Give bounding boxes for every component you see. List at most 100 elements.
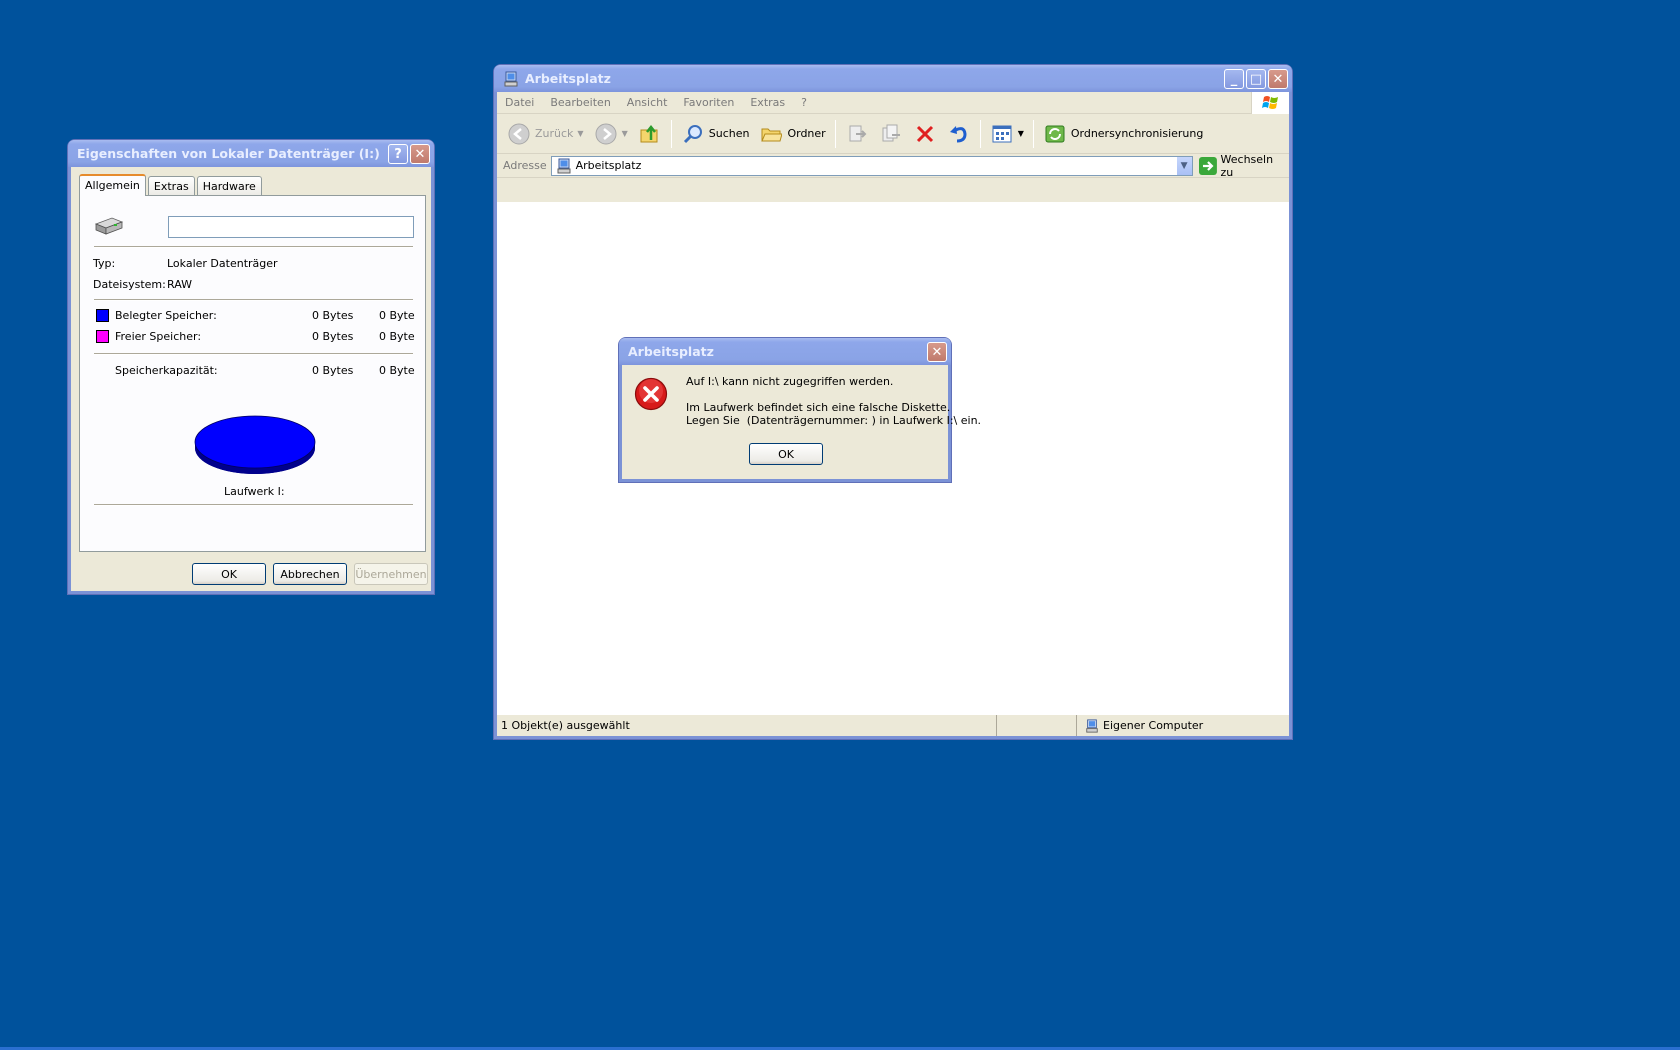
back-arrow-icon	[507, 122, 531, 146]
error-dialog: Arbeitsplatz ✕ Auf I:\ kann nicht zugegr…	[619, 338, 981, 482]
menu-bar: Datei Bearbeiten Ansicht Favoriten Extra…	[497, 92, 1289, 114]
views-dropdown-icon[interactable]: ▼	[1018, 129, 1024, 138]
help-button[interactable]: ?	[388, 144, 408, 164]
tab-extras[interactable]: Extras	[147, 176, 195, 195]
type-label: Typ:	[93, 257, 116, 270]
error-body: Auf I:\ kann nicht zugegriffen werden. I…	[622, 365, 981, 479]
used-space-bytes: 0 Bytes	[312, 309, 354, 322]
tab-hardware[interactable]: Hardware	[196, 176, 262, 195]
divider	[94, 504, 413, 506]
close-button[interactable]: ✕	[927, 342, 947, 362]
forward-button[interactable]: ▼	[590, 119, 632, 149]
address-bar: Adresse Arbeitsplatz ▼ Wechseln zu	[497, 153, 1289, 179]
error-message-line3: Legen Sie (Datenträgernummer: ) in Laufw…	[686, 414, 982, 427]
capacity-short: 0 Byte	[379, 364, 415, 377]
explorer-titlebar[interactable]: Arbeitsplatz _ □ ✕	[494, 65, 1292, 92]
disk-usage-pie	[194, 415, 316, 474]
windows-logo-icon	[1251, 92, 1289, 114]
tab-panel-allgemein: Typ: Lokaler Datenträger Dateisystem: RA…	[79, 195, 426, 552]
move-to-button[interactable]	[841, 119, 873, 149]
ok-button[interactable]: OK	[749, 443, 823, 465]
minimize-button[interactable]: _	[1224, 69, 1244, 89]
status-location: Eigener Computer	[1077, 715, 1289, 736]
folder-sync-label: Ordnersynchronisierung	[1070, 127, 1204, 140]
free-space-label: Freier Speicher:	[115, 330, 202, 343]
maximize-button[interactable]: □	[1246, 69, 1266, 89]
views-icon	[990, 122, 1014, 146]
folder-sync-button[interactable]: Ordnersynchronisierung	[1039, 119, 1208, 149]
properties-titlebar[interactable]: Eigenschaften von Lokaler Datenträger (I…	[68, 140, 434, 167]
toolbar-separator	[670, 119, 672, 148]
cancel-button[interactable]: Abbrechen	[273, 563, 347, 585]
divider	[94, 246, 413, 248]
used-space-swatch	[96, 309, 109, 322]
filesystem-value: RAW	[167, 278, 192, 291]
back-button[interactable]: Zurück ▼	[503, 119, 588, 149]
go-arrow-icon	[1198, 156, 1217, 175]
status-selection: 1 Objekt(e) ausgewählt	[497, 715, 997, 736]
divider	[94, 299, 413, 301]
properties-dialog: Eigenschaften von Lokaler Datenträger (I…	[68, 140, 434, 594]
copy-to-icon	[879, 122, 903, 146]
free-space-short: 0 Byte	[379, 330, 415, 343]
close-button[interactable]: ✕	[1268, 69, 1288, 89]
capacity-label: Speicherkapazität:	[115, 364, 218, 377]
address-label: Adresse	[503, 159, 547, 172]
search-label: Suchen	[708, 127, 750, 140]
undo-icon	[947, 122, 971, 146]
close-button[interactable]: ✕	[410, 144, 430, 164]
copy-to-button[interactable]	[875, 119, 907, 149]
search-icon	[681, 122, 705, 146]
status-empty-pane	[997, 715, 1077, 736]
forward-arrow-icon	[594, 122, 618, 146]
capacity-bytes: 0 Bytes	[312, 364, 354, 377]
explorer-title: Arbeitsplatz	[525, 71, 611, 86]
error-message-line2: Im Laufwerk befindet sich eine falsche D…	[686, 401, 951, 414]
up-button[interactable]	[634, 119, 666, 149]
error-message-line1: Auf I:\ kann nicht zugegriffen werden.	[686, 375, 894, 388]
delete-button[interactable]	[909, 119, 941, 149]
folder-up-icon	[638, 122, 662, 146]
menu-favoriten[interactable]: Favoriten	[675, 96, 742, 109]
address-field[interactable]: Arbeitsplatz ▼	[550, 155, 1193, 176]
my-computer-icon	[557, 158, 571, 173]
menu-ansicht[interactable]: Ansicht	[619, 96, 676, 109]
search-button[interactable]: Suchen	[677, 119, 754, 149]
apply-button[interactable]: Übernehmen	[354, 563, 428, 585]
filesystem-label: Dateisystem:	[93, 278, 166, 291]
menu-datei[interactable]: Datei	[497, 96, 542, 109]
ok-button[interactable]: OK	[192, 563, 266, 585]
tab-allgemein[interactable]: Allgemein	[79, 174, 146, 196]
properties-body: Allgemein Extras Hardware Typ: Lokaler D…	[71, 167, 431, 591]
used-space-short: 0 Byte	[379, 309, 415, 322]
toolbar: Zurück ▼ ▼ Suchen Ordner ▼ Ordnersynchro…	[497, 114, 1289, 154]
back-label: Zurück	[535, 127, 574, 140]
go-button[interactable]: Wechseln zu	[1198, 153, 1289, 179]
folders-button[interactable]: Ordner	[755, 119, 829, 149]
free-space-bytes: 0 Bytes	[312, 330, 354, 343]
move-to-icon	[845, 122, 869, 146]
error-titlebar[interactable]: Arbeitsplatz ✕	[619, 338, 951, 365]
error-icon	[634, 377, 668, 411]
menu-extras[interactable]: Extras	[742, 96, 793, 109]
toolbar-separator	[834, 119, 836, 148]
error-title: Arbeitsplatz	[628, 344, 714, 359]
address-value: Arbeitsplatz	[575, 159, 642, 172]
address-dropdown-icon[interactable]: ▼	[1175, 156, 1192, 175]
delete-icon	[913, 122, 937, 146]
views-button[interactable]: ▼	[986, 119, 1028, 149]
folders-label: Ordner	[787, 127, 826, 140]
undo-button[interactable]	[943, 119, 975, 149]
status-bar: 1 Objekt(e) ausgewählt Eigener Computer	[497, 714, 1289, 736]
used-space-label: Belegter Speicher:	[115, 309, 217, 322]
menu-help[interactable]: ?	[793, 96, 815, 109]
type-value: Lokaler Datenträger	[167, 257, 278, 270]
my-computer-icon	[1086, 718, 1098, 733]
back-dropdown-icon[interactable]: ▼	[577, 129, 583, 138]
divider	[94, 353, 413, 355]
status-location-label: Eigener Computer	[1103, 719, 1204, 732]
drive-letter-label: Laufwerk I:	[224, 485, 285, 498]
drive-name-input[interactable]	[168, 216, 414, 238]
forward-dropdown-icon[interactable]: ▼	[622, 129, 628, 138]
menu-bearbeiten[interactable]: Bearbeiten	[542, 96, 618, 109]
